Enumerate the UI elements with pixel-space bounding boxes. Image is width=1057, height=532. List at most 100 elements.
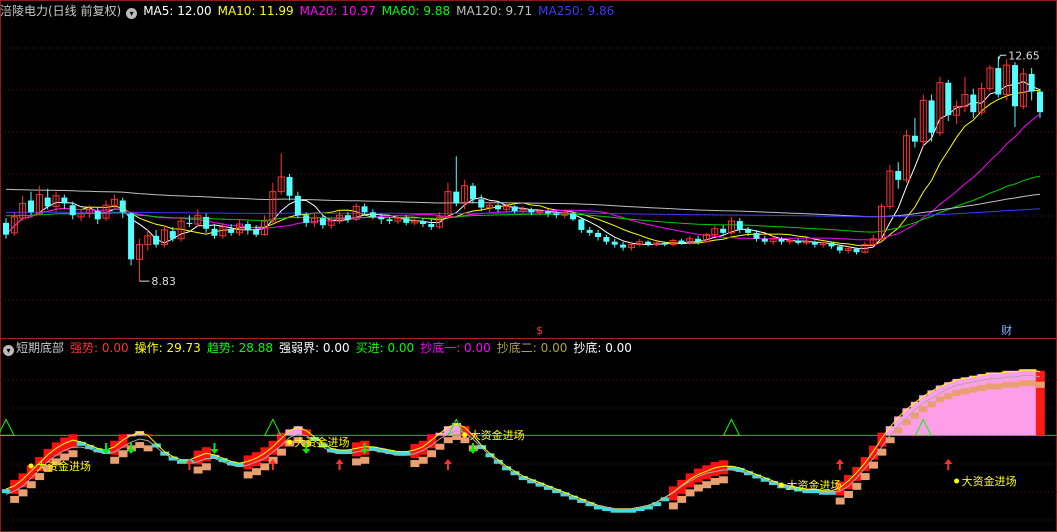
- candle-body: [419, 221, 426, 225]
- field-qiangshi: 强势: 0.00: [70, 341, 129, 355]
- indicator-bar: [869, 445, 878, 469]
- annotation-label: 大资金进场: [295, 435, 350, 449]
- annotation-label: 大资金进场: [962, 474, 1017, 488]
- indicator-bar: [18, 473, 28, 497]
- candle-body: [286, 176, 293, 196]
- indicator-step: [960, 388, 970, 395]
- indicator-bar: [985, 372, 995, 436]
- annotation-dot: [287, 439, 293, 445]
- field-chaodi: 抄底: 0.00: [573, 341, 632, 355]
- indicator-bar: [710, 461, 720, 485]
- chart-frame: [0, 0, 1057, 532]
- indicator-bar: [952, 378, 962, 436]
- candle: [911, 118, 918, 148]
- candle: [135, 238, 143, 282]
- up-arrow-icon: [944, 459, 953, 470]
- candle: [119, 197, 126, 219]
- candle-body: [211, 228, 218, 236]
- ma10-value: MA10: 11.99: [217, 4, 294, 18]
- candle: [928, 94, 935, 142]
- candle: [953, 100, 961, 124]
- candle-body: [695, 238, 702, 242]
- indicator-bar: [994, 372, 1004, 436]
- candle-body: [661, 242, 668, 245]
- high-marker-line: [997, 54, 1007, 61]
- candle: [28, 191, 35, 216]
- indicator-step: [1002, 381, 1012, 388]
- indicator-step: [869, 461, 878, 469]
- indicator-step: [427, 450, 437, 458]
- candle-body: [678, 240, 685, 243]
- field-maijin: 买进: 0.00: [355, 341, 415, 355]
- candle-body: [453, 191, 460, 204]
- indicator-block: [952, 378, 962, 436]
- candle-body: [344, 215, 351, 220]
- main-panel-header: 涪陵电力(日线 前复权) ▾ MA5: 12.00 MA10: 11.99 MA20: …: [0, 2, 620, 20]
- dropdown-icon[interactable]: ▾: [3, 345, 14, 356]
- indicator-block: [677, 479, 687, 494]
- main-panel-title[interactable]: 涪陵电力(日线 前复权): [0, 4, 121, 18]
- candle-body: [570, 213, 577, 220]
- triangle-marker: [722, 418, 741, 436]
- indicator-step: [110, 456, 120, 464]
- ma120-value: MA120: 9.71: [456, 4, 533, 18]
- candle: [711, 225, 719, 237]
- candle-body: [203, 216, 210, 229]
- indicator-bar: [702, 465, 712, 489]
- indicator-block: [1010, 370, 1020, 436]
- indicator-step: [919, 406, 929, 413]
- arrow-head: [335, 459, 344, 464]
- indicator-bar: [68, 434, 78, 458]
- indicator-bar: [26, 465, 36, 489]
- indicator-block: [1002, 370, 1012, 436]
- candle-body: [369, 212, 376, 217]
- indicator-step: [360, 456, 370, 464]
- candle: [586, 226, 593, 236]
- candle: [486, 201, 494, 213]
- indicator-bar: [1027, 369, 1037, 436]
- indicator-block: [118, 434, 128, 449]
- candle: [494, 203, 501, 213]
- candle: [19, 195, 27, 222]
- candle-body: [736, 221, 743, 230]
- candlestick-chart: 12.65 8.83 $ 财: [2, 49, 1044, 337]
- candle-body: [228, 228, 235, 233]
- indicator-block: [977, 374, 987, 436]
- annotation-label: 大资金进场: [787, 478, 842, 492]
- candle: [2, 218, 10, 239]
- candle: [761, 235, 768, 245]
- indicator-step: [443, 437, 453, 444]
- indicator-step: [852, 482, 862, 490]
- indicator-step: [135, 442, 145, 449]
- candle: [919, 94, 927, 148]
- indicator-step: [260, 463, 270, 471]
- candle: [61, 194, 68, 210]
- indicator-bar: [243, 455, 253, 479]
- indicator-step: [693, 484, 703, 492]
- indicator-bar: [977, 374, 987, 436]
- arrow-head: [302, 449, 311, 454]
- candle: [77, 209, 85, 222]
- candle-body: [528, 209, 535, 213]
- indicator-step: [1010, 381, 1020, 388]
- dropdown-icon[interactable]: ▾: [126, 8, 138, 19]
- candle: [727, 216, 735, 235]
- candle: [578, 218, 585, 233]
- candle-body: [603, 236, 610, 242]
- indicator-block: [960, 377, 970, 436]
- candle-body: [294, 195, 301, 216]
- candle: [795, 238, 802, 245]
- sub-panel-title[interactable]: 短期底部: [16, 341, 64, 355]
- candle-body: [494, 205, 501, 210]
- indicator-step: [201, 463, 211, 471]
- indicator-bar: [969, 375, 979, 436]
- arrow-head: [127, 449, 136, 454]
- chart-canvas: 12.658.83$ 财 大资金进场大资金进场大资金进场大资金进场 大资金进场: [0, 0, 1057, 532]
- indicator-block: [685, 473, 695, 488]
- indicator-step: [352, 458, 361, 466]
- candle: [311, 213, 319, 227]
- indicator-step: [118, 450, 128, 458]
- candle-body: [945, 82, 952, 116]
- ma5-value: MA5: 12.00: [143, 4, 212, 18]
- field-qiangruojie: 强弱界: 0.00: [279, 341, 350, 355]
